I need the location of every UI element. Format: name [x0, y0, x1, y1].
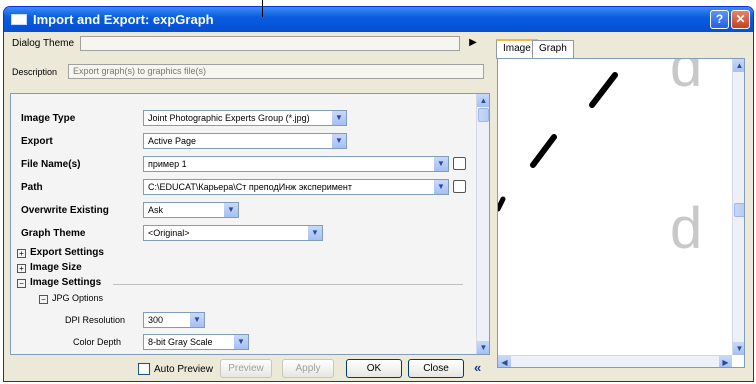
preview-hscrollbar[interactable]: ◀ ▶	[498, 355, 732, 367]
scroll-right-icon[interactable]: ▶	[719, 356, 732, 367]
scroll-thumb[interactable]	[478, 108, 489, 122]
scroll-thumb[interactable]	[734, 203, 744, 217]
collapse-icon[interactable]: −	[39, 295, 48, 304]
chevron-down-icon[interactable]: ▼	[332, 111, 346, 125]
chevron-down-icon[interactable]: ▼	[332, 134, 346, 148]
window-title: Import and Export: expGraph	[33, 12, 214, 27]
dpi-value: 300	[148, 315, 164, 325]
chevron-down-icon[interactable]: ▼	[308, 226, 322, 240]
overwrite-select[interactable]: Ask ▼	[143, 202, 239, 218]
graph-preview-image	[498, 72, 618, 212]
settings-tree: Image Type Joint Photographic Experts Gr…	[10, 93, 490, 355]
jpg-options-label: JPG Options	[52, 293, 104, 303]
image-size-node[interactable]: + Image Size	[17, 262, 82, 273]
apply-button[interactable]: Apply	[282, 359, 334, 378]
file-name-input[interactable]: пример 1 ▼	[143, 156, 449, 172]
description-field: Export graph(s) to graphics file(s)	[68, 64, 484, 79]
dpi-label: DPI Resolution	[65, 315, 126, 325]
import-export-dialog: Import and Export: expGraph ? ✕ Dialog T…	[3, 6, 754, 382]
close-window-button[interactable]: ✕	[731, 10, 750, 29]
dialog-theme-label: Dialog Theme	[12, 38, 75, 49]
image-settings-node[interactable]: − Image Settings	[17, 277, 101, 288]
graph-theme-label: Graph Theme	[21, 228, 86, 239]
color-depth-label: Color Depth	[73, 337, 122, 347]
image-type-label: Image Type	[21, 113, 76, 124]
collapse-preview-icon[interactable]: «	[474, 360, 481, 375]
export-value: Active Page	[148, 136, 197, 146]
color-depth-value: 8-bit Gray Scale	[148, 337, 213, 347]
close-button[interactable]: Close	[408, 359, 464, 378]
chevron-down-icon[interactable]: ▼	[234, 335, 248, 349]
dpi-select[interactable]: 300 ▼	[143, 312, 205, 328]
expand-icon[interactable]: +	[17, 264, 26, 273]
collapse-icon[interactable]: −	[17, 279, 26, 288]
section-divider	[113, 284, 463, 285]
scroll-left-icon[interactable]: ◀	[498, 356, 511, 367]
preview-panel: Image Graph d d ▲ ▼ ◀ ▶	[494, 39, 752, 380]
overwrite-value: Ask	[148, 205, 164, 215]
preview-canvas: d d ▲ ▼ ◀ ▶	[497, 58, 745, 368]
scroll-up-icon[interactable]: ▲	[733, 59, 744, 72]
chevron-down-icon[interactable]: ▼	[190, 313, 204, 327]
auto-preview-label: Auto Preview	[154, 364, 213, 375]
ok-button[interactable]: OK	[346, 359, 402, 378]
dialog-theme-menu-button[interactable]: ▶	[466, 37, 480, 51]
preview-glyph-top: d	[670, 58, 703, 99]
file-name-label: File Name(s)	[21, 159, 81, 170]
image-settings-label: Image Settings	[30, 277, 102, 288]
expand-icon[interactable]: +	[17, 249, 26, 258]
graph-theme-select[interactable]: <Original> ▼	[143, 225, 323, 241]
image-type-select[interactable]: Joint Photographic Experts Group (*.jpg)…	[143, 110, 347, 126]
chevron-down-icon[interactable]: ▼	[434, 157, 448, 171]
scroll-down-icon[interactable]: ▼	[477, 341, 489, 354]
chevron-down-icon[interactable]: ▼	[224, 203, 238, 217]
color-depth-select[interactable]: 8-bit Gray Scale ▼	[143, 334, 249, 350]
path-value: C:\EDUCAT\Карьера\Ст преподИнж экспериме…	[148, 182, 353, 192]
export-select[interactable]: Active Page ▼	[143, 133, 347, 149]
jpg-options-node[interactable]: − JPG Options	[39, 293, 104, 304]
preview-button[interactable]: Preview	[220, 359, 272, 378]
browse-path-button[interactable]	[453, 180, 466, 193]
path-input[interactable]: C:\EDUCAT\Карьера\Ст преподИнж экспериме…	[143, 179, 449, 195]
description-label: Description	[12, 67, 58, 77]
overwrite-label: Overwrite Existing	[21, 205, 109, 216]
scroll-down-icon[interactable]: ▼	[733, 342, 744, 355]
settings-scrollbar[interactable]: ▲ ▼	[476, 94, 489, 354]
image-type-value: Joint Photographic Experts Group (*.jpg)	[148, 113, 310, 123]
preview-glyph-middle: d	[670, 196, 703, 261]
image-size-label: Image Size	[30, 262, 82, 273]
preview-vscrollbar[interactable]: ▲ ▼	[732, 59, 744, 355]
export-settings-label: Export Settings	[30, 247, 104, 258]
title-bar[interactable]: Import and Export: expGraph ? ✕	[4, 7, 753, 32]
tab-graph[interactable]: Graph	[532, 40, 574, 58]
graph-theme-value: <Original>	[148, 228, 190, 238]
help-button[interactable]: ?	[710, 10, 729, 29]
export-label: Export	[21, 136, 53, 147]
dialog-theme-field[interactable]	[80, 36, 460, 51]
file-name-value: пример 1	[148, 159, 187, 169]
text-cursor	[262, 0, 263, 17]
chevron-down-icon[interactable]: ▼	[434, 180, 448, 194]
window-icon	[11, 14, 27, 25]
auto-preview-checkbox[interactable]	[138, 363, 150, 375]
browse-file-name-button[interactable]	[453, 157, 466, 170]
path-label: Path	[21, 182, 43, 193]
export-settings-node[interactable]: + Export Settings	[17, 247, 104, 258]
scroll-up-icon[interactable]: ▲	[477, 94, 489, 107]
